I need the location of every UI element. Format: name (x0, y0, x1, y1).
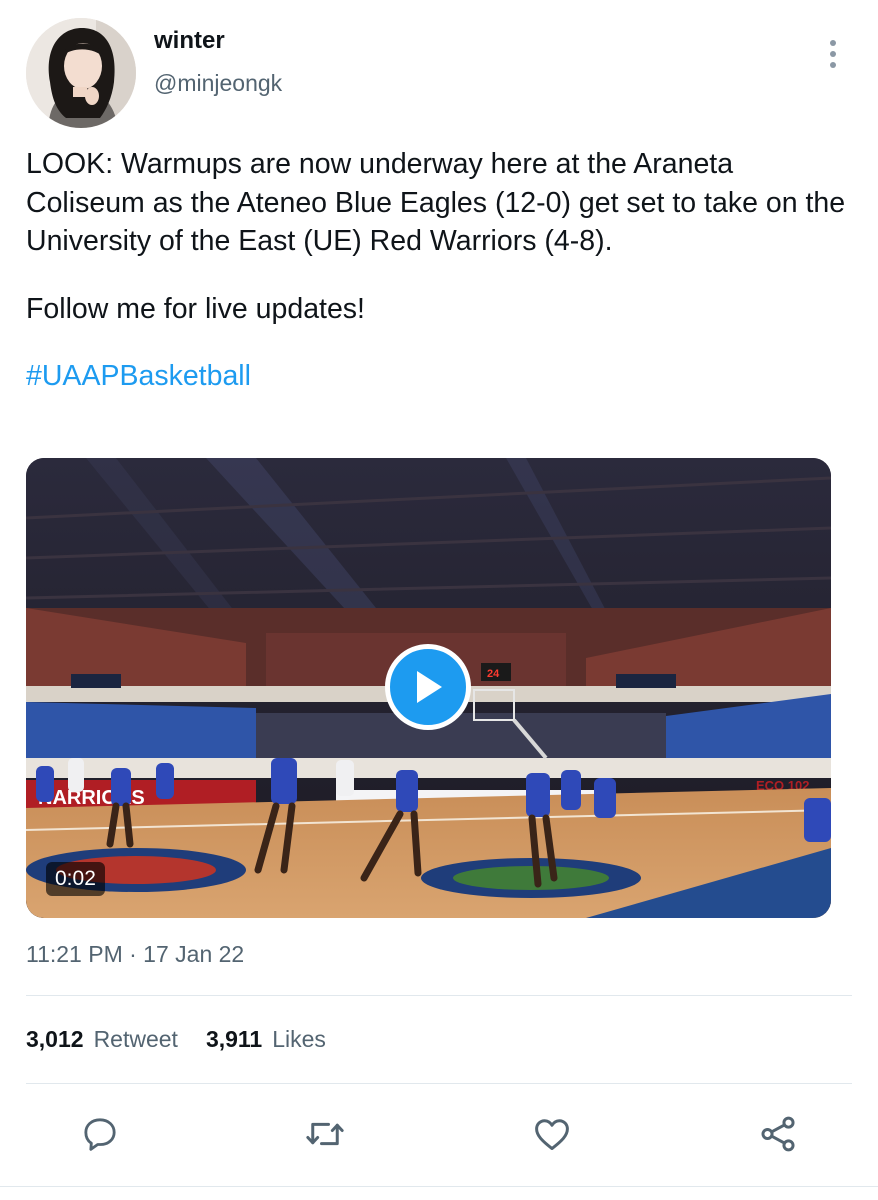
play-button[interactable] (385, 644, 471, 730)
avatar[interactable] (26, 18, 136, 128)
display-name[interactable]: winter (154, 27, 225, 55)
divider (26, 995, 852, 996)
engagement-stats: 3,012 Retweet 3,911 Likes (26, 1026, 326, 1053)
tweet-paragraph: LOOK: Warmups are now underway here at t… (26, 148, 846, 257)
tweet-actions-bar (0, 1112, 878, 1156)
video-duration-badge: 0:02 (46, 862, 105, 896)
tweet-paragraph: Follow me for live updates! (26, 292, 365, 325)
retweets-label: Retweet (93, 1026, 178, 1052)
retweets-count: 3,012 (26, 1026, 84, 1052)
more-options-icon[interactable] (818, 36, 848, 72)
likes-count: 3,911 (205, 1026, 263, 1052)
tweet-text: LOOK: Warmups are now underway here at t… (26, 145, 856, 396)
retweet-icon[interactable] (303, 1112, 347, 1156)
more-dot (830, 62, 836, 68)
share-icon[interactable] (756, 1112, 800, 1156)
user-handle[interactable]: @minjeongk (154, 70, 282, 97)
reply-icon[interactable] (78, 1112, 122, 1156)
play-icon (417, 671, 442, 703)
divider (26, 1083, 852, 1084)
shot-clock-text: 24 (487, 668, 500, 680)
more-dot (830, 40, 836, 46)
divider (0, 1186, 878, 1187)
like-icon[interactable] (530, 1112, 574, 1156)
video-player[interactable]: NARRIORS ECO 102 24 0:02 (26, 458, 831, 918)
likes-label: Likes (272, 1026, 326, 1052)
avatar-photo (26, 18, 136, 128)
tweet-timestamp[interactable]: 11:21 PM · 17 Jan 22 (26, 941, 244, 968)
hashtag-link[interactable]: #UAAPBasketball (26, 360, 251, 392)
retweets-stat[interactable]: 3,012 Retweet (26, 1026, 178, 1053)
likes-stat[interactable]: 3,911 Likes (206, 1026, 326, 1053)
more-dot (830, 51, 836, 57)
